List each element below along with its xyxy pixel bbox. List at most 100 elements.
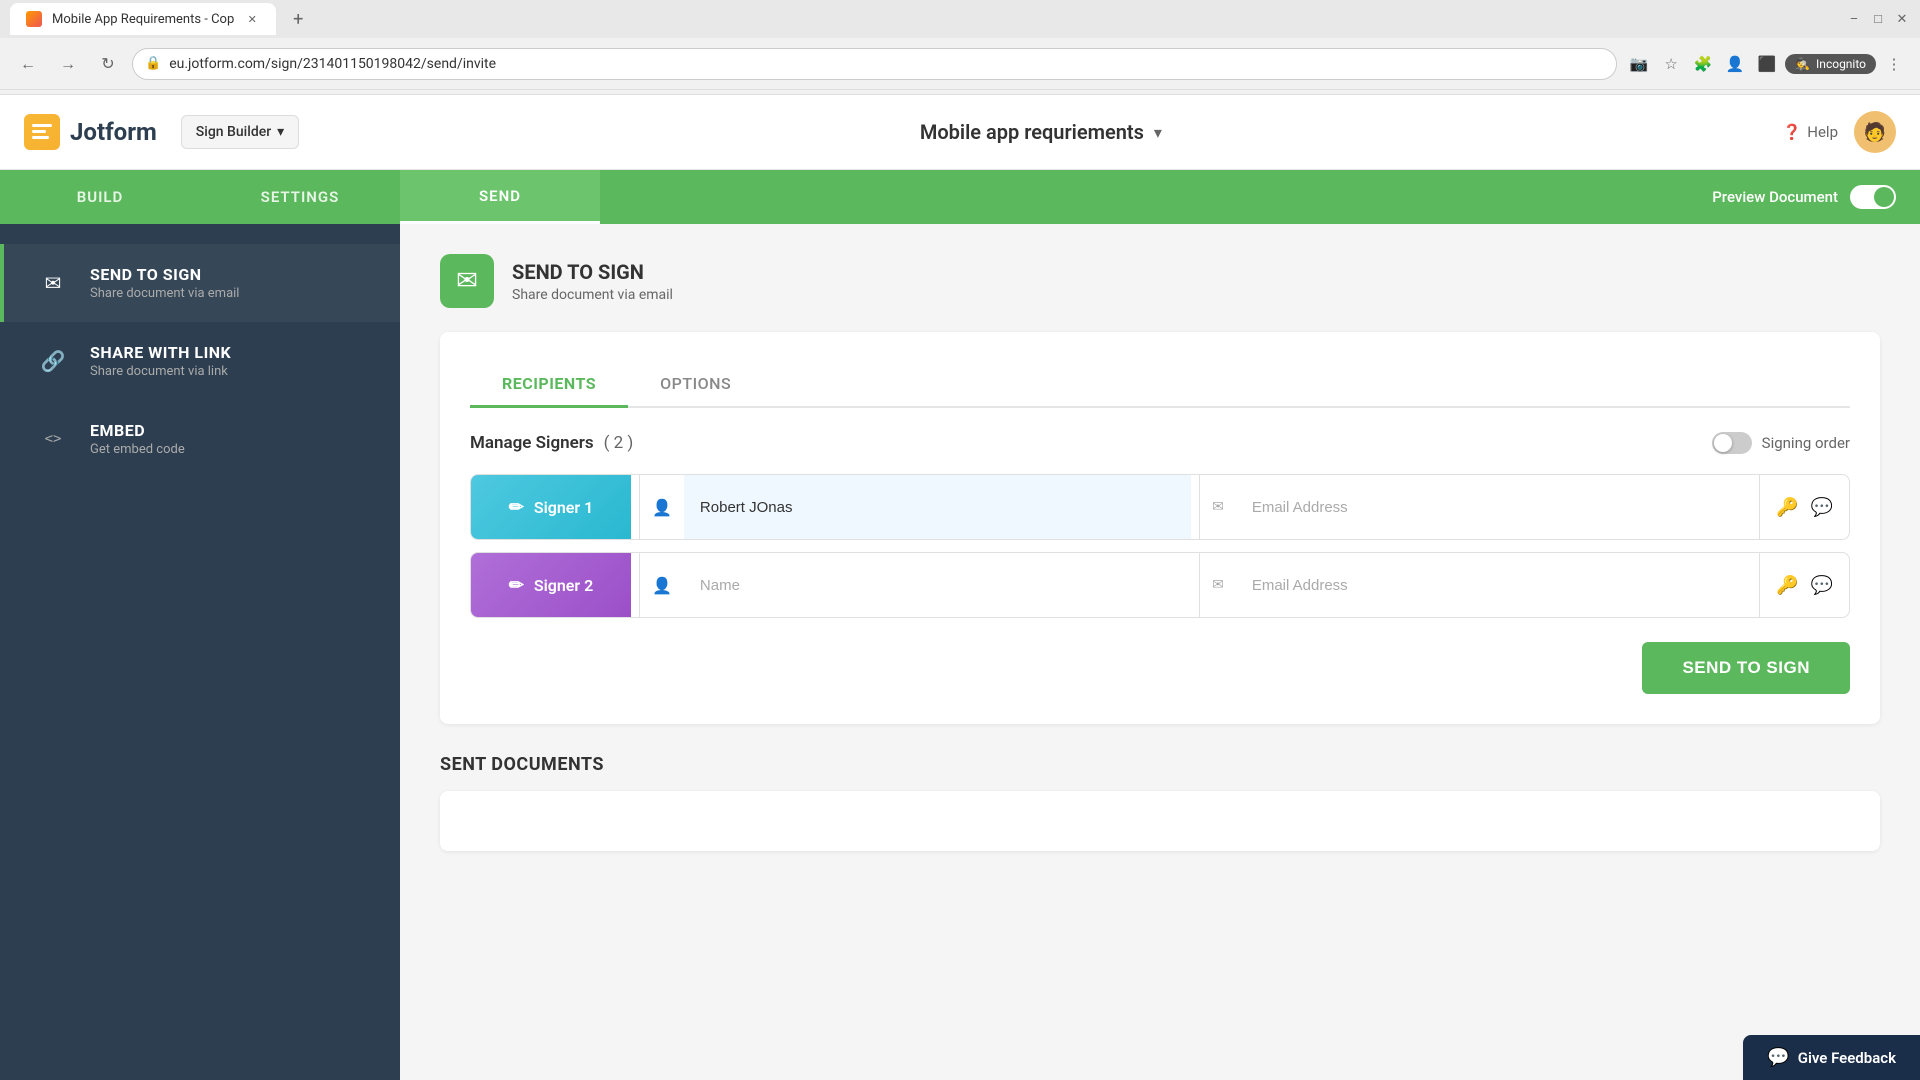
sidebar-item-embed-subtitle: Get embed code xyxy=(90,442,185,457)
signer-1-label: Signer 1 xyxy=(534,498,593,517)
header-nav: Sign Builder ▾ xyxy=(181,115,299,149)
signer-2-key-icon[interactable]: 🔑 xyxy=(1776,575,1798,596)
signing-order-toggle-knob xyxy=(1714,434,1732,452)
ssl-icon: 🔒 xyxy=(145,56,161,71)
tab-send[interactable]: SEND xyxy=(400,170,600,224)
sidebar-item-share-with-link-subtitle: Share document via link xyxy=(90,364,231,379)
logo-icon xyxy=(24,114,60,150)
new-tab-button[interactable]: + xyxy=(284,5,312,33)
manage-signers-label: Manage Signers xyxy=(470,433,594,453)
signing-order-toggle[interactable] xyxy=(1712,432,1752,454)
email-icon: ✉ xyxy=(34,264,72,302)
signing-order-label: Signing order xyxy=(1762,434,1850,452)
help-button[interactable]: ❓ Help xyxy=(1783,123,1838,141)
signer-1-key-icon[interactable]: 🔑 xyxy=(1776,497,1798,518)
tab-send-label: SEND xyxy=(479,187,521,205)
signer-1-person-icon: 👤 xyxy=(640,498,684,517)
manage-signers-label-group: Manage Signers ( 2 ) xyxy=(470,433,633,453)
signer-1-email-icon: ✉ xyxy=(1200,499,1236,515)
signer-1-name-input[interactable] xyxy=(684,475,1191,539)
tab-recipients-label: RECIPIENTS xyxy=(502,374,596,393)
camera-icon[interactable]: 📷 xyxy=(1625,50,1653,78)
signer-2-person-icon: 👤 xyxy=(640,576,684,595)
signer-2-message-icon[interactable]: 💬 xyxy=(1811,575,1833,596)
browser-tab[interactable]: Mobile App Requirements - Cop ✕ xyxy=(10,3,276,35)
extensions-icon[interactable]: 🧩 xyxy=(1689,50,1717,78)
tab-nav: BUILD SETTINGS SEND Preview Document xyxy=(0,170,1920,224)
signer-1-message-icon[interactable]: 💬 xyxy=(1811,497,1833,518)
sidebar-item-send-to-sign-subtitle: Share document via email xyxy=(90,286,239,301)
logo[interactable]: Jotform xyxy=(24,114,157,150)
signer-2-row: ✏ Signer 2 👤 ✉ 🔑 💬 xyxy=(470,552,1850,618)
sidebar-item-embed[interactable]: <> EMBED Get embed code xyxy=(0,400,400,478)
header-right: ❓ Help 🧑 xyxy=(1783,111,1896,153)
section-header-icon: ✉ xyxy=(440,254,494,308)
sent-documents-title: SENT DOCUMENTS xyxy=(440,754,1880,775)
help-circle-icon: ❓ xyxy=(1783,123,1802,141)
browser-toolbar: ← → ↻ 🔒 eu.jotform.com/sign/231401150198… xyxy=(0,38,1920,90)
give-feedback-button[interactable]: 💬 Give Feedback xyxy=(1743,1035,1920,1080)
signer-1-pencil-icon: ✏ xyxy=(509,497,524,518)
tab-close-button[interactable]: ✕ xyxy=(244,11,260,27)
panel-tabs: RECIPIENTS OPTIONS xyxy=(470,362,1850,408)
profile-icon[interactable]: 👤 xyxy=(1721,50,1749,78)
tab-settings-label: SETTINGS xyxy=(261,188,340,206)
send-to-sign-button[interactable]: SEND TO SIGN xyxy=(1642,642,1850,694)
feedback-icon: 💬 xyxy=(1767,1047,1789,1068)
window-controls: – □ ✕ xyxy=(1846,11,1910,27)
star-icon[interactable]: ☆ xyxy=(1657,50,1685,78)
sidebar-item-send-to-sign[interactable]: ✉ SEND TO SIGN Share document via email xyxy=(0,244,400,322)
tab-recipients[interactable]: RECIPIENTS xyxy=(470,362,628,408)
send-btn-row: SEND TO SIGN xyxy=(470,642,1850,694)
signer-1-row: ✏ Signer 1 👤 ✉ 🔑 💬 xyxy=(470,474,1850,540)
link-icon: 🔗 xyxy=(34,342,72,380)
sidebar-item-share-with-link[interactable]: 🔗 SHARE WITH LINK Share document via lin… xyxy=(0,322,400,400)
maximize-button[interactable]: □ xyxy=(1870,11,1886,27)
content-area: ✉ SEND TO SIGN Share document via email … xyxy=(400,224,1920,1080)
sign-builder-button[interactable]: Sign Builder ▾ xyxy=(181,115,299,149)
section-header-title: SEND TO SIGN xyxy=(512,260,673,284)
signer-2-name-input[interactable] xyxy=(684,553,1191,617)
signer-2-email-icon: ✉ xyxy=(1200,577,1236,593)
logo-text: Jotform xyxy=(70,118,157,146)
minimize-button[interactable]: – xyxy=(1846,11,1862,27)
incognito-label: Incognito xyxy=(1816,57,1866,71)
menu-icon[interactable]: ⋮ xyxy=(1880,50,1908,78)
tab-options[interactable]: OPTIONS xyxy=(628,362,763,408)
app: Jotform Sign Builder ▾ Mobile app requri… xyxy=(0,95,1920,1080)
tab-settings[interactable]: SETTINGS xyxy=(200,170,400,224)
reload-button[interactable]: ↻ xyxy=(92,48,124,80)
signer-2-email-input[interactable] xyxy=(1236,553,1751,617)
preview-document-toggle-row: Preview Document xyxy=(1712,170,1920,224)
tab-build[interactable]: BUILD xyxy=(0,170,200,224)
address-bar[interactable]: 🔒 eu.jotform.com/sign/231401150198042/se… xyxy=(132,48,1617,80)
sidebar-item-embed-title: EMBED xyxy=(90,421,185,440)
sidebar-item-share-with-link-title: SHARE WITH LINK xyxy=(90,343,231,362)
doc-title-chevron-icon[interactable]: ▾ xyxy=(1154,123,1162,142)
sent-documents-card xyxy=(440,791,1880,851)
preview-document-toggle[interactable] xyxy=(1850,185,1896,209)
section-header-subtitle: Share document via email xyxy=(512,287,673,303)
signer-1-actions: 🔑 💬 xyxy=(1759,475,1849,539)
avatar[interactable]: 🧑 xyxy=(1854,111,1896,153)
main-content: ✉ SEND TO SIGN Share document via email … xyxy=(0,224,1920,1080)
sync-icon[interactable]: ⬛ xyxy=(1753,50,1781,78)
signer-2-pencil-icon: ✏ xyxy=(509,575,524,596)
close-button[interactable]: ✕ xyxy=(1894,11,1910,27)
section-header: ✉ SEND TO SIGN Share document via email xyxy=(440,254,1880,308)
send-to-sign-panel: RECIPIENTS OPTIONS Manage Signers ( 2 ) xyxy=(440,332,1880,724)
browser-titlebar: Mobile App Requirements - Cop ✕ + – □ ✕ xyxy=(0,0,1920,38)
sign-builder-chevron-icon: ▾ xyxy=(277,124,284,140)
back-button[interactable]: ← xyxy=(12,48,44,80)
preview-document-label: Preview Document xyxy=(1712,188,1838,206)
signer-2-actions: 🔑 💬 xyxy=(1759,553,1849,617)
app-header: Jotform Sign Builder ▾ Mobile app requri… xyxy=(0,95,1920,170)
give-feedback-label: Give Feedback xyxy=(1798,1049,1896,1067)
sidebar-item-embed-text: EMBED Get embed code xyxy=(90,421,185,457)
signer-1-email-field-wrapper: ✉ xyxy=(1199,475,1751,539)
envelope-icon: ✉ xyxy=(456,266,478,296)
tab-title: Mobile App Requirements - Cop xyxy=(52,12,234,27)
signer-1-email-input[interactable] xyxy=(1236,475,1751,539)
signers-count: ( 2 ) xyxy=(604,433,634,453)
forward-button[interactable]: → xyxy=(52,48,84,80)
